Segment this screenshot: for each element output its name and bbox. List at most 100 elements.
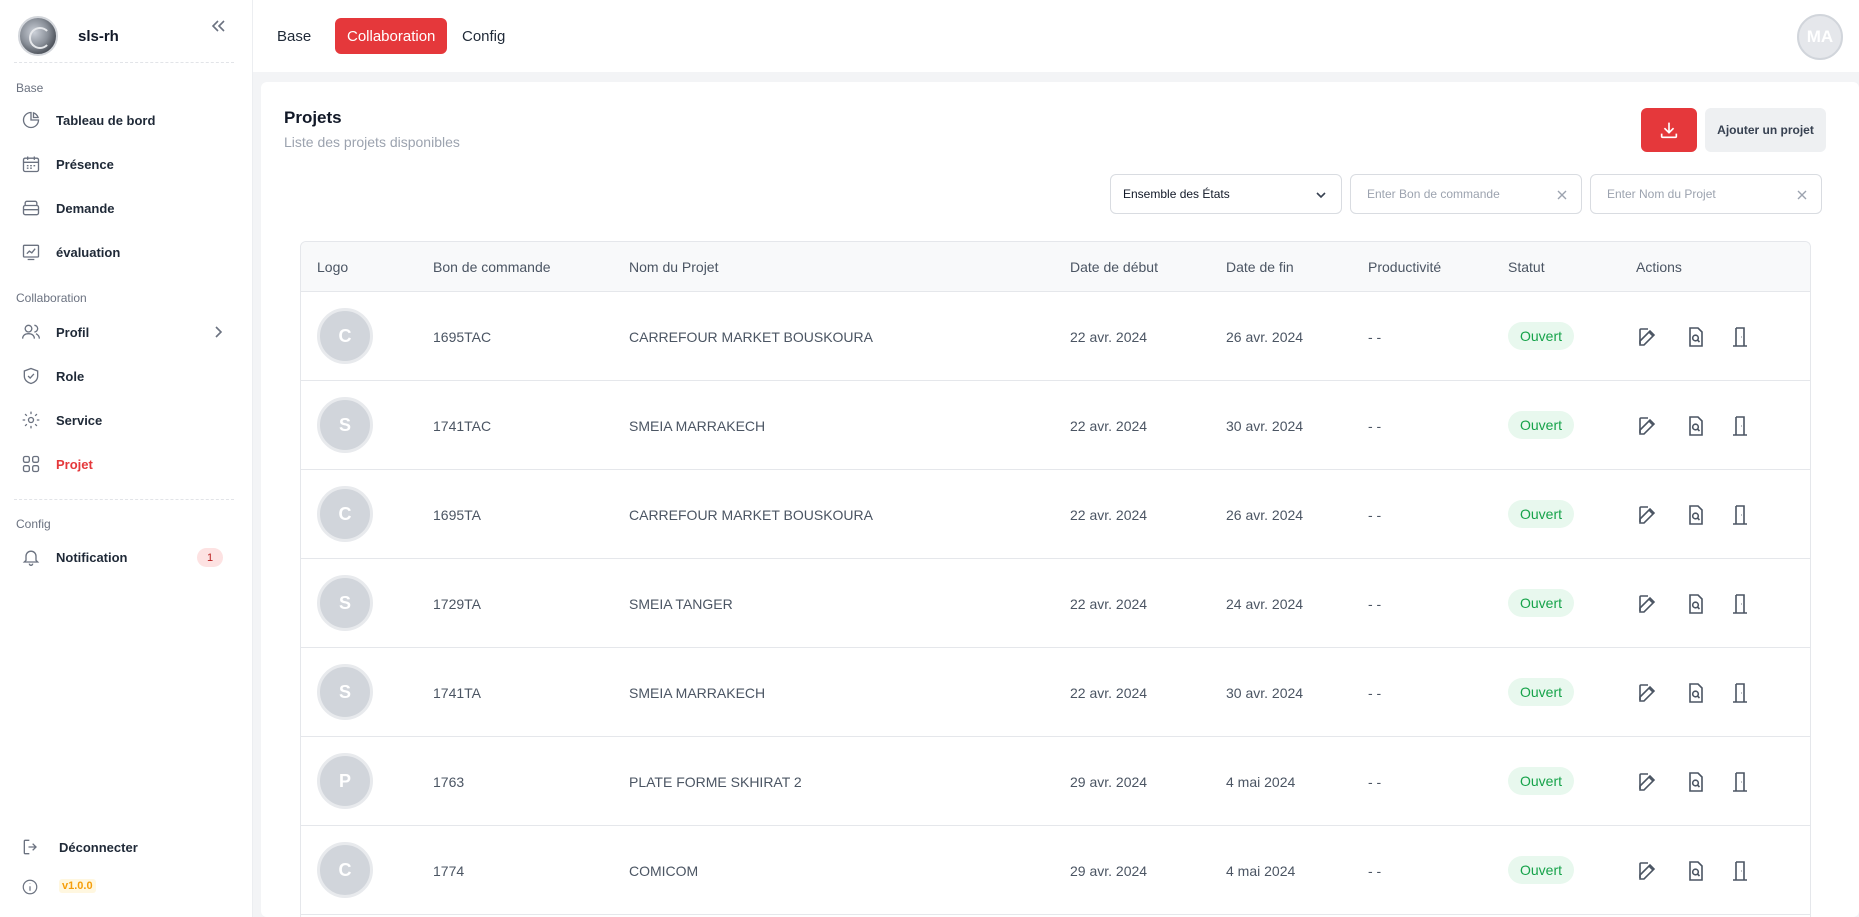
status-badge: Ouvert (1508, 678, 1575, 706)
sidebar-item-presence[interactable]: Présence (16, 146, 236, 182)
view-document-icon[interactable] (1684, 414, 1708, 438)
view-document-icon[interactable] (1684, 770, 1708, 794)
edit-icon[interactable] (1636, 681, 1660, 705)
table-row[interactable]: S 1741TAC SMEIA MARRAKECH 22 avr. 2024 30 av… (301, 381, 1810, 470)
sidebar-item-evaluation[interactable]: évaluation (16, 234, 236, 270)
project-logo: S (317, 397, 373, 453)
column-header-end: Date de fin (1226, 259, 1294, 275)
view-document-icon[interactable] (1684, 503, 1708, 527)
add-project-button[interactable]: Ajouter un projet (1705, 108, 1826, 152)
table-row[interactable]: S 1729TA SMEIA TANGER 22 avr. 2024 24 avr. 2… (301, 559, 1810, 648)
sidebar-item-label: Tableau de bord (56, 112, 156, 128)
close-project-icon[interactable] (1728, 503, 1752, 527)
sidebar-item-label: Service (56, 412, 103, 428)
version-badge: v1.0.0 (59, 879, 96, 893)
tab-base[interactable]: Base (265, 18, 323, 54)
bell-icon (22, 550, 40, 566)
table-row[interactable]: C 1774 COMICOM 29 avr. 2024 4 mai 2024 - - Ouv… (301, 826, 1810, 915)
inbox-icon (22, 200, 40, 216)
close-project-icon[interactable] (1728, 325, 1752, 349)
edit-icon[interactable] (1636, 859, 1660, 883)
sidebar-item-label: Projet (56, 456, 93, 472)
view-document-icon[interactable] (1684, 859, 1708, 883)
edit-icon[interactable] (1636, 325, 1660, 349)
chart-line-icon (22, 244, 40, 261)
project-logo: C (317, 308, 373, 364)
table-row[interactable]: C 1695TA CARREFOUR MARKET BOUSKOURA 22 avr.… (301, 470, 1810, 559)
edit-icon[interactable] (1636, 503, 1660, 527)
info-icon[interactable] (21, 878, 39, 896)
cell-productivity: - - (1368, 863, 1382, 879)
status-badge: Ouvert (1508, 856, 1575, 884)
sidebar-item-tableau-de-bord[interactable]: Tableau de bord (16, 102, 236, 138)
close-project-icon[interactable] (1728, 859, 1752, 883)
edit-icon[interactable] (1636, 414, 1660, 438)
cell-end-date: 26 avr. 2024 (1226, 329, 1304, 345)
sidebar-item-label: Profil (56, 324, 90, 340)
close-project-icon[interactable] (1728, 414, 1752, 438)
download-button[interactable] (1641, 108, 1697, 152)
cell-productivity: - - (1368, 329, 1382, 345)
sidebar-divider (14, 499, 234, 500)
sidebar-item-demande[interactable]: Demande (16, 190, 236, 226)
sidebar-item-profil[interactable]: Profil (16, 314, 236, 350)
cell-productivity: - - (1368, 596, 1382, 612)
cell-po: 1729TA (433, 596, 481, 612)
top-bar: Base Collaboration Config (253, 0, 1859, 72)
cell-po: 1741TAC (433, 418, 492, 434)
column-header-productivity: Productivité (1368, 259, 1442, 275)
project-logo: C (317, 486, 373, 542)
table-row[interactable]: P 1763 PLATE FORME SKHIRAT 2 29 avr. 2024 4 … (301, 737, 1810, 826)
close-project-icon[interactable] (1728, 592, 1752, 616)
status-select-value: Ensemble des États (1123, 187, 1230, 201)
sidebar-item-notification[interactable]: Notification 1 (16, 539, 236, 575)
cell-productivity: - - (1368, 507, 1382, 523)
cell-start-date: 22 avr. 2024 (1070, 329, 1148, 345)
cell-start-date: 22 avr. 2024 (1070, 685, 1148, 701)
sidebar-item-projet[interactable]: Projet (16, 446, 236, 482)
sidebar-section-config: Config (16, 517, 51, 531)
po-search-input[interactable] (1367, 187, 1547, 201)
name-filter (1590, 174, 1822, 214)
tab-config[interactable]: Config (450, 18, 517, 54)
project-logo: C (317, 842, 373, 898)
status-select[interactable]: Ensemble des États (1110, 174, 1342, 214)
sidebar-item-role[interactable]: Role (16, 358, 236, 394)
po-filter (1350, 174, 1582, 214)
sidebar: sls-rh Base Tableau de bord Présence Dem… (0, 0, 253, 917)
column-header-start: Date de début (1070, 259, 1158, 275)
cell-po: 1774 (433, 863, 465, 879)
cell-productivity: - - (1368, 685, 1382, 701)
user-avatar[interactable]: MA (1797, 14, 1843, 60)
tab-collaboration[interactable]: Collaboration (335, 18, 448, 54)
brand[interactable]: sls-rh (18, 14, 119, 58)
logout-button[interactable]: Déconnecter (16, 829, 236, 865)
cell-end-date: 30 avr. 2024 (1226, 685, 1304, 701)
sidebar-item-service[interactable]: Service (16, 402, 236, 438)
view-document-icon[interactable] (1684, 592, 1708, 616)
clear-icon[interactable] (1795, 188, 1809, 202)
table-row[interactable]: C 1695TAC CARREFOUR MARKET BOUSKOURA 22 avr… (301, 292, 1810, 381)
close-project-icon[interactable] (1728, 681, 1752, 705)
table-row[interactable]: S 1741TA SMEIA MARRAKECH 22 avr. 2024 30 avr… (301, 648, 1810, 737)
shield-check-icon (23, 367, 39, 385)
view-document-icon[interactable] (1684, 325, 1708, 349)
collapse-sidebar-icon[interactable] (208, 16, 228, 36)
edit-icon[interactable] (1636, 770, 1660, 794)
cell-project-name: SMEIA MARRAKECH (629, 418, 766, 434)
chevron-down-icon (1316, 192, 1326, 199)
project-name-search-input[interactable] (1607, 187, 1787, 201)
cell-end-date: 30 avr. 2024 (1226, 418, 1304, 434)
view-document-icon[interactable] (1684, 681, 1708, 705)
status-badge: Ouvert (1508, 411, 1575, 439)
cell-end-date: 26 avr. 2024 (1226, 507, 1304, 523)
project-logo: S (317, 664, 373, 720)
edit-icon[interactable] (1636, 592, 1660, 616)
notification-count-badge: 1 (197, 548, 223, 567)
status-badge: Ouvert (1508, 322, 1575, 350)
chart-pie-icon (22, 111, 40, 129)
clear-icon[interactable] (1555, 188, 1569, 202)
cell-project-name: CARREFOUR MARKET BOUSKOURA (629, 507, 873, 523)
close-project-icon[interactable] (1728, 770, 1752, 794)
gear-icon (22, 411, 40, 429)
